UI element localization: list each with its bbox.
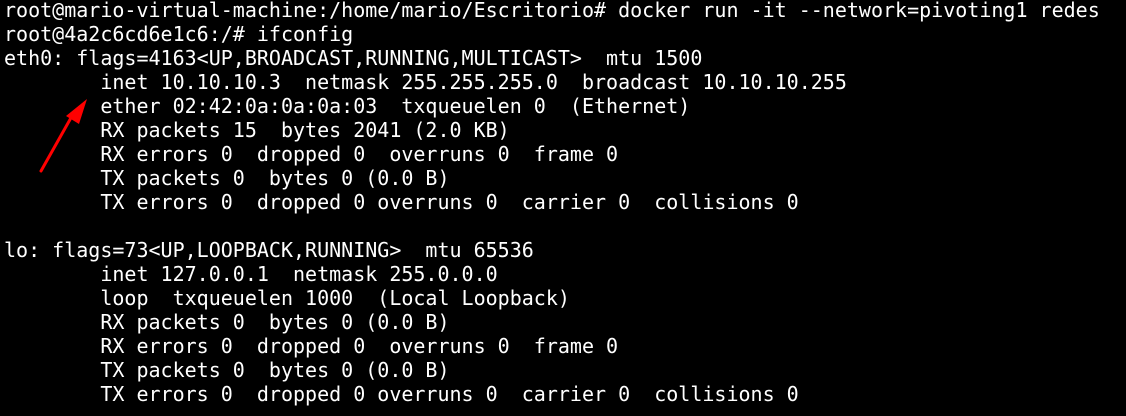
terminal-line-eth0-tx-errors: TX errors 0 dropped 0 overruns 0 carrier… xyxy=(4,190,799,214)
terminal-line-eth0-rx-packets: RX packets 15 bytes 2041 (2.0 KB) xyxy=(4,118,510,142)
terminal-line-lo-rx-packets: RX packets 0 bytes 0 (0.0 B) xyxy=(4,310,450,334)
terminal-line-eth0-inet: inet 10.10.10.3 netmask 255.255.255.0 br… xyxy=(4,70,847,94)
terminal-line-eth0-tx-packets: TX packets 0 bytes 0 (0.0 B) xyxy=(4,166,450,190)
terminal-line-command: root@mario-virtual-machine:/home/mario/E… xyxy=(4,0,1100,22)
terminal-line-lo-header: lo: flags=73<UP,LOOPBACK,RUNNING> mtu 65… xyxy=(4,238,534,262)
terminal-line-lo-tx-errors: TX errors 0 dropped 0 overruns 0 carrier… xyxy=(4,382,799,406)
terminal-line-eth0-rx-errors: RX errors 0 dropped 0 overruns 0 frame 0 xyxy=(4,142,619,166)
terminal-line-eth0-ether: ether 02:42:0a:0a:0a:03 txqueuelen 0 (Et… xyxy=(4,94,691,118)
terminal-line-lo-loop: loop txqueuelen 1000 (Local Loopback) xyxy=(4,286,570,310)
terminal-line-lo-inet: inet 127.0.0.1 netmask 255.0.0.0 xyxy=(4,262,498,286)
terminal-window[interactable]: root@mario-virtual-machine:/home/mario/E… xyxy=(0,0,1126,416)
terminal-line-lo-rx-errors: RX errors 0 dropped 0 overruns 0 frame 0 xyxy=(4,334,619,358)
terminal-line-eth0-header: eth0: flags=4163<UP,BROADCAST,RUNNING,MU… xyxy=(4,46,703,70)
terminal-line-prompt: root@4a2c6cd6e1c6:/# ifconfig xyxy=(4,22,354,46)
terminal-line-lo-tx-packets: TX packets 0 bytes 0 (0.0 B) xyxy=(4,358,450,382)
